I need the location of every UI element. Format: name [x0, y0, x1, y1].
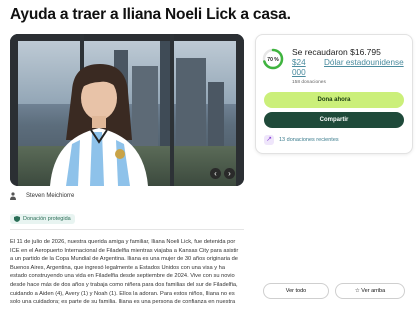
badge-label: Donación protegida [23, 216, 71, 222]
recent-donations[interactable]: ↗ 13 donaciones recientes [264, 135, 339, 145]
photo-next-button[interactable]: › [224, 168, 235, 179]
donation-list-actions: Ver todo ☆ Ver arriba [255, 280, 411, 310]
campaign-photo [10, 34, 244, 186]
progress-ring: 70 % [262, 48, 284, 70]
divider [10, 229, 244, 230]
user-icon [10, 192, 16, 200]
donation-panel: 70 % Se recaudaron $16.795 $24 000 Dólar… [255, 34, 413, 154]
see-top-button[interactable]: ☆ Ver arriba [335, 283, 405, 299]
star-icon: ☆ [354, 288, 360, 294]
share-button[interactable]: Compartir [264, 112, 404, 128]
see-top-label: Ver arriba [361, 288, 386, 294]
recent-donations-label: 13 donaciones recientes [279, 137, 339, 143]
donations-count: 158 donaciones [292, 80, 326, 85]
goal-currency[interactable]: Dólar estadounidense [324, 58, 410, 68]
shield-icon [14, 216, 20, 222]
photo-prev-button[interactable]: ‹ [210, 168, 221, 179]
trend-up-icon: ↗ [264, 135, 274, 145]
donate-now-button[interactable]: Dona ahora [264, 92, 404, 108]
organizer: Steven Meichiorre [10, 192, 74, 200]
story-text: El 11 de julio de 2026, nuestra querida … [10, 239, 239, 306]
goal-value: $24 000 [292, 58, 306, 77]
progress-percent: 70 % [267, 57, 279, 63]
see-all-button[interactable]: Ver todo [263, 283, 329, 299]
amount-raised: Se recaudaron $16.795 [292, 47, 381, 57]
person-portrait [50, 64, 148, 186]
organizer-name[interactable]: Steven Meichiorre [26, 193, 74, 199]
protected-donation-badge[interactable]: Donación protegida [10, 214, 75, 224]
page-title: Ayuda a traer a Iliana Noeli Lick a casa… [10, 6, 291, 23]
